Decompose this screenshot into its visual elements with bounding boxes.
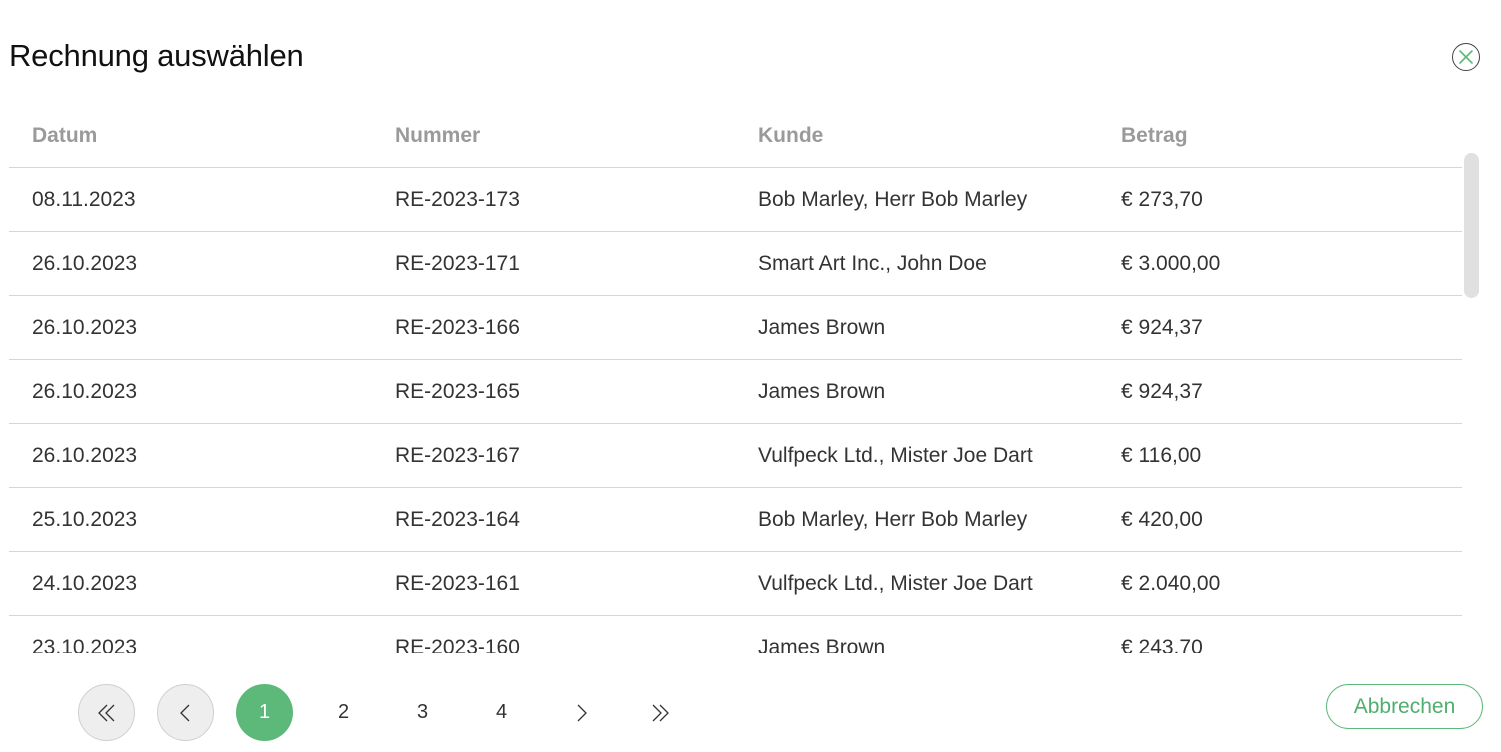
cell-kunde: James Brown [758, 635, 886, 654]
cell-betrag: € 273,70 [1121, 187, 1203, 211]
cell-nummer: RE-2023-161 [395, 571, 520, 595]
cell-kunde: Bob Marley, Herr Bob Marley [758, 507, 1028, 531]
cell-kunde: Smart Art Inc., John Doe [758, 251, 987, 275]
cell-nummer: RE-2023-160 [395, 635, 520, 654]
page-button-3[interactable]: 3 [394, 684, 451, 741]
column-header-datum[interactable]: Datum [9, 124, 372, 148]
page-button-1[interactable]: 1 [236, 684, 293, 741]
page-button-2[interactable]: 2 [315, 684, 372, 741]
close-circle-icon [1459, 50, 1473, 64]
cell-nummer: RE-2023-166 [395, 315, 520, 339]
cell-kunde: James Brown [758, 379, 886, 403]
next-page-button[interactable] [552, 684, 609, 741]
column-header-nummer[interactable]: Nummer [372, 124, 735, 148]
cell-betrag: € 243,70 [1121, 635, 1203, 654]
table-row[interactable]: 26.10.2023 RE-2023-166 James Brown € 924,37 [9, 296, 1462, 360]
chevron-left-icon [179, 704, 189, 721]
cell-datum: 23.10.2023 [32, 635, 138, 654]
cell-nummer: RE-2023-167 [395, 443, 520, 467]
cell-datum: 26.10.2023 [32, 251, 138, 275]
first-page-button[interactable] [78, 684, 135, 741]
column-header-betrag[interactable]: Betrag [1098, 124, 1462, 148]
cancel-button[interactable]: Abbrechen [1326, 684, 1483, 729]
cell-nummer: RE-2023-173 [395, 187, 520, 211]
table-row[interactable]: 23.10.2023 RE-2023-160 James Brown € 243,70 [9, 616, 1462, 654]
cell-datum: 25.10.2023 [32, 507, 138, 531]
table-row[interactable]: 25.10.2023 RE-2023-164 Bob Marley, Herr Bo… [9, 488, 1462, 552]
cell-datum: 24.10.2023 [32, 571, 138, 595]
cell-betrag: € 924,37 [1121, 379, 1203, 403]
table-row[interactable]: 26.10.2023 RE-2023-167 Vulfpeck Ltd., Mist… [9, 424, 1462, 488]
cell-datum: 26.10.2023 [32, 379, 138, 403]
table-row[interactable]: 26.10.2023 RE-2023-171 Smart Art Inc., Joh… [9, 232, 1462, 296]
cell-datum: 26.10.2023 [32, 315, 138, 339]
scrollbar-thumb[interactable] [1464, 153, 1479, 298]
table-row[interactable]: 24.10.2023 RE-2023-161 Vulfpeck Ltd., Mist… [9, 552, 1462, 616]
cell-datum: 26.10.2023 [32, 443, 138, 467]
close-button[interactable] [1452, 43, 1480, 71]
cell-kunde: James Brown [758, 315, 886, 339]
invoice-select-dialog: Rechnung auswählen Datum Nummer Kunde Be… [0, 0, 1501, 752]
cell-betrag: € 420,00 [1121, 507, 1203, 531]
invoice-table: Datum Nummer Kunde Betrag 08.11.2023 RE-2… [9, 105, 1462, 653]
page-button-4[interactable]: 4 [473, 684, 530, 741]
cell-betrag: € 924,37 [1121, 315, 1203, 339]
chevron-right-icon [577, 704, 587, 721]
table-body: 08.11.2023 RE-2023-173 Bob Marley, Herr Bo… [9, 168, 1462, 653]
cell-nummer: RE-2023-171 [395, 251, 520, 275]
cell-betrag: € 3.000,00 [1121, 251, 1221, 275]
table-row[interactable]: 26.10.2023 RE-2023-165 James Brown € 924,37 [9, 360, 1462, 424]
last-page-button[interactable] [631, 684, 688, 741]
double-chevron-left-icon [97, 704, 114, 721]
cell-betrag: € 2.040,00 [1121, 571, 1221, 595]
cell-kunde: Bob Marley, Herr Bob Marley [758, 187, 1028, 211]
cell-nummer: RE-2023-165 [395, 379, 520, 403]
cell-betrag: € 116,00 [1121, 443, 1202, 467]
dialog-title: Rechnung auswählen [9, 38, 304, 73]
cell-nummer: RE-2023-164 [395, 507, 520, 531]
pagination: 1 2 3 4 [78, 684, 710, 741]
double-chevron-right-icon [652, 704, 669, 721]
cell-kunde: Vulfpeck Ltd., Mister Joe Dart [758, 571, 1033, 595]
column-header-kunde[interactable]: Kunde [735, 124, 1098, 148]
cell-datum: 08.11.2023 [32, 187, 136, 211]
table-header: Datum Nummer Kunde Betrag [9, 105, 1462, 168]
previous-page-button[interactable] [157, 684, 214, 741]
table-row[interactable]: 08.11.2023 RE-2023-173 Bob Marley, Herr Bo… [9, 168, 1462, 232]
cell-kunde: Vulfpeck Ltd., Mister Joe Dart [758, 443, 1033, 467]
